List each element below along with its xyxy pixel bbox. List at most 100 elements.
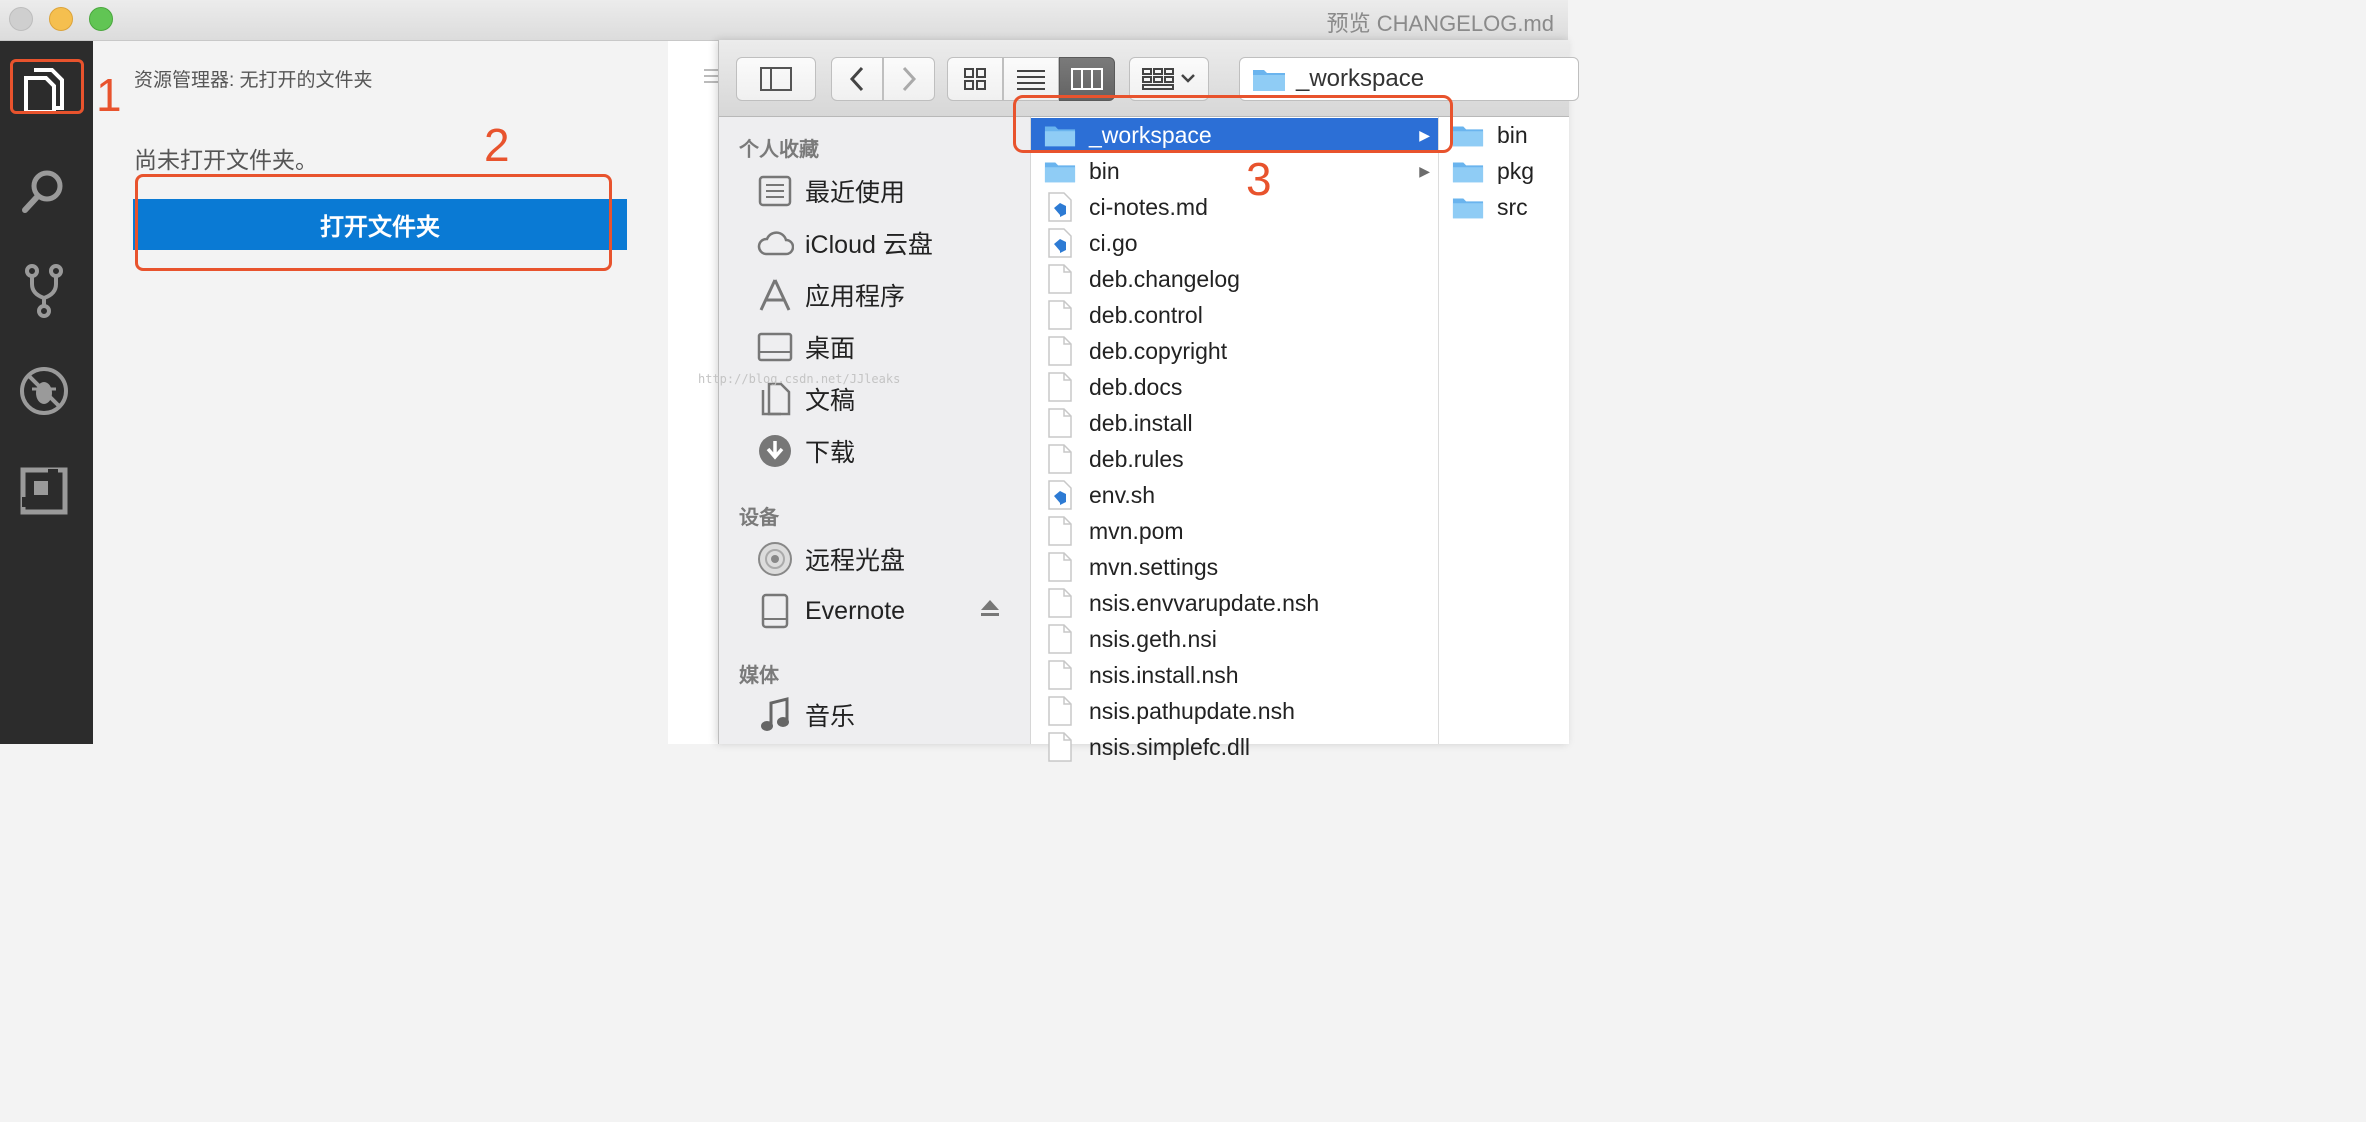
- file-row[interactable]: deb.copyright: [1031, 334, 1438, 368]
- file-row[interactable]: mvn.settings: [1031, 550, 1438, 584]
- sidebar-item-remote-disc[interactable]: 远程光盘: [755, 539, 1025, 579]
- file-name: nsis.envvarupdate.nsh: [1089, 589, 1320, 616]
- file-row[interactable]: bin: [1439, 118, 1569, 152]
- cloud-icon: [755, 225, 795, 261]
- file-row[interactable]: deb.changelog: [1031, 262, 1438, 296]
- sidebar-item-recents[interactable]: 最近使用: [755, 171, 1025, 211]
- file-name: deb.rules: [1089, 445, 1184, 472]
- sidebar-toggle-icon: [760, 67, 792, 91]
- file-name: deb.install: [1089, 409, 1193, 436]
- favorites-header: 个人收藏: [739, 139, 819, 161]
- file-name: pkg: [1497, 157, 1535, 184]
- file-row[interactable]: deb.rules: [1031, 442, 1438, 476]
- folder-icon: [1451, 156, 1485, 186]
- no-folder-message: 尚未打开文件夹。: [134, 147, 318, 173]
- annotation-number-3: 3: [1246, 153, 1272, 205]
- file-row[interactable]: ci.go: [1031, 226, 1438, 260]
- applications-icon: [755, 277, 795, 313]
- download-icon: [755, 433, 795, 469]
- sidebar-item-evernote[interactable]: Evernote: [755, 591, 1025, 631]
- disc-icon: [755, 541, 795, 577]
- path-title: _workspace: [1296, 65, 1425, 92]
- sidebar-item-icloud[interactable]: iCloud 云盘: [755, 223, 1025, 263]
- sidebar-item-downloads[interactable]: 下载: [755, 431, 1025, 471]
- media-header: 媒体: [739, 665, 779, 687]
- maximize-window-button[interactable]: [89, 7, 113, 31]
- window-title: 预览 CHANGELOG.md: [1326, 11, 1554, 36]
- file-name: mvn.settings: [1089, 553, 1219, 580]
- file-row[interactable]: nsis.simplefc.dll: [1031, 730, 1438, 764]
- file-name: ci-notes.md: [1089, 193, 1208, 220]
- drive-icon: [755, 593, 795, 629]
- eject-icon[interactable]: [979, 597, 1001, 624]
- minimize-window-button[interactable]: [49, 7, 73, 31]
- file-icon: [1043, 300, 1077, 330]
- file-name: ci.go: [1089, 229, 1138, 256]
- desktop-icon: [755, 329, 795, 365]
- file-row[interactable]: nsis.envvarupdate.nsh: [1031, 586, 1438, 620]
- file-row[interactable]: mvn.pom: [1031, 514, 1438, 548]
- file-row[interactable]: deb.install: [1031, 406, 1438, 440]
- devices-header: 设备: [739, 507, 779, 529]
- file-icon: [1043, 552, 1077, 582]
- file-icon: [1043, 588, 1077, 618]
- file-row[interactable]: bin ▶: [1031, 154, 1438, 188]
- extensions-icon[interactable]: [16, 463, 72, 519]
- search-icon[interactable]: [16, 163, 72, 219]
- sidebar-item-label: 远程光盘: [805, 547, 906, 575]
- annotation-box-3: [1013, 95, 1453, 153]
- file-column-1: _workspace ▶ bin ▶ ci-notes.md ci.go deb.chang…: [1031, 117, 1439, 762]
- file-icon: [1043, 264, 1077, 294]
- annotation-number-1: 1: [96, 69, 122, 121]
- debug-icon[interactable]: [16, 363, 72, 419]
- annotation-number-2: 2: [484, 119, 510, 171]
- sidebar-item-label: 桌面: [805, 335, 856, 363]
- close-window-button[interactable]: [9, 7, 33, 31]
- sidebar-item-label: 最近使用: [805, 179, 906, 207]
- vscode-file-icon: [1043, 228, 1077, 258]
- vscode-file-icon: [1043, 192, 1077, 222]
- file-name: mvn.pom: [1089, 517, 1184, 544]
- disclosure-arrow-icon: ▶: [1419, 162, 1430, 179]
- file-icon: [1043, 624, 1077, 654]
- file-row[interactable]: nsis.geth.nsi: [1031, 622, 1438, 656]
- menu-lines-icon: [704, 69, 718, 83]
- back-button[interactable]: [831, 57, 883, 101]
- file-name: nsis.pathupdate.nsh: [1089, 697, 1295, 724]
- file-icon: [1043, 732, 1077, 762]
- file-name: deb.changelog: [1089, 265, 1240, 292]
- sidebar-item-music[interactable]: 音乐: [755, 695, 1025, 735]
- file-icon: [1043, 696, 1077, 726]
- file-row[interactable]: pkg: [1439, 154, 1569, 188]
- file-icon: [1043, 408, 1077, 438]
- file-row[interactable]: nsis.install.nsh: [1031, 658, 1438, 692]
- sidebar-toggle-button[interactable]: [736, 57, 816, 101]
- file-name: nsis.geth.nsi: [1089, 625, 1217, 652]
- list-icon: [1017, 70, 1045, 90]
- file-row[interactable]: ci-notes.md: [1031, 190, 1438, 224]
- grid-icon: [964, 68, 986, 90]
- file-icon: [1043, 444, 1077, 474]
- vscode-file-icon: [1043, 480, 1077, 510]
- activity-bar: [0, 41, 93, 744]
- sidebar-item-desktop[interactable]: 桌面: [755, 327, 1025, 367]
- arrange-icon: [1142, 68, 1195, 90]
- file-row[interactable]: deb.docs: [1031, 370, 1438, 404]
- file-row[interactable]: src: [1439, 190, 1569, 224]
- watermark: http://blog.csdn.net/JJleaks: [698, 372, 901, 386]
- columns-icon: [1071, 68, 1103, 90]
- sidebar-item-label: 文稿: [805, 387, 856, 415]
- annotation-box-1: [10, 59, 84, 114]
- file-row[interactable]: env.sh: [1031, 478, 1438, 512]
- forward-button[interactable]: [883, 57, 935, 101]
- folder-icon: [1253, 70, 1285, 91]
- git-icon[interactable]: [16, 263, 72, 319]
- sidebar-item-label: iCloud 云盘: [805, 231, 933, 259]
- file-name: deb.copyright: [1089, 337, 1228, 364]
- icon-view-button[interactable]: [947, 57, 1003, 101]
- file-column-2: bin pkg src: [1439, 117, 1569, 744]
- folder-icon: [1451, 120, 1485, 150]
- file-row[interactable]: nsis.pathupdate.nsh: [1031, 694, 1438, 728]
- sidebar-item-applications[interactable]: 应用程序: [755, 275, 1025, 315]
- file-row[interactable]: deb.control: [1031, 298, 1438, 332]
